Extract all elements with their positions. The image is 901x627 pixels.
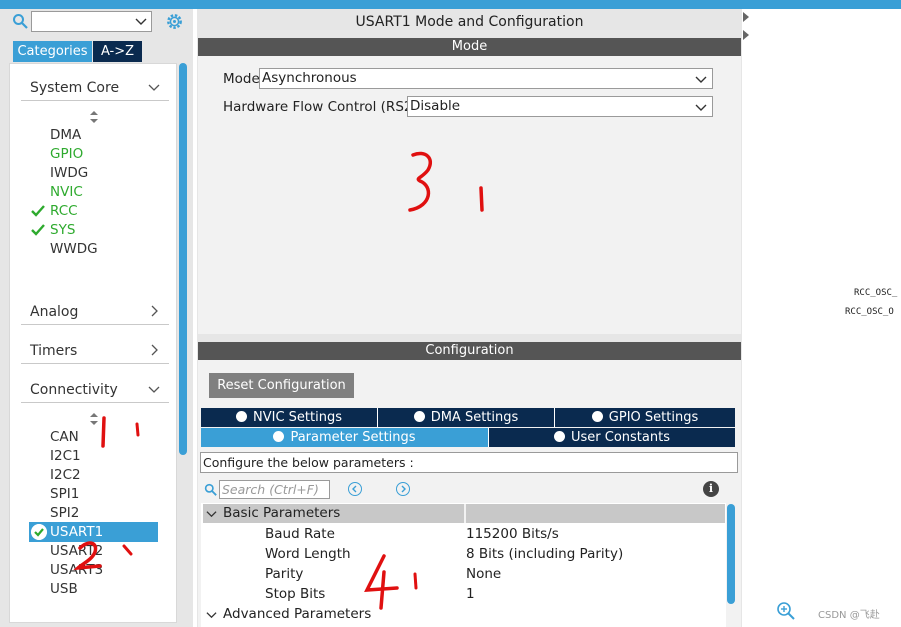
- search-icon[interactable]: [12, 13, 28, 29]
- chevron-down-icon[interactable]: [695, 101, 707, 113]
- tab-label: DMA Settings: [430, 410, 519, 425]
- list-item-wwdg[interactable]: WWDG: [50, 241, 98, 257]
- list-scrollbar[interactable]: [179, 63, 187, 455]
- flow-control-dropdown[interactable]: Disable: [407, 96, 713, 117]
- flow-control-value: Disable: [410, 98, 461, 114]
- chevron-down-icon[interactable]: [206, 609, 217, 620]
- parameter-search-input[interactable]: Search (Ctrl+F): [219, 480, 330, 499]
- tab-categories[interactable]: Categories: [13, 41, 92, 62]
- list-item-sys[interactable]: SYS: [50, 222, 75, 238]
- tab-label: NVIC Settings: [253, 410, 342, 425]
- check-circle-icon: [554, 431, 565, 442]
- previous-icon[interactable]: [348, 482, 362, 496]
- sort-icon[interactable]: [89, 413, 99, 425]
- collapse-arrows-icon[interactable]: [742, 12, 750, 42]
- param-name-parity: Parity: [265, 566, 304, 582]
- list-item-gpio[interactable]: GPIO: [50, 146, 83, 162]
- param-value-word-length[interactable]: 8 Bits (including Parity): [466, 546, 623, 562]
- list-item-dma[interactable]: DMA: [50, 127, 81, 143]
- list-item-usb[interactable]: USB: [50, 581, 78, 597]
- reset-configuration-button[interactable]: Reset Configuration: [209, 373, 354, 398]
- zoom-in-icon[interactable]: [776, 601, 796, 621]
- list-item-i2c2[interactable]: I2C2: [50, 467, 81, 483]
- category-connectivity[interactable]: Connectivity: [21, 378, 169, 403]
- param-value-baud-rate[interactable]: 115200 Bits/s: [466, 526, 559, 542]
- top-accent-bar: [0, 0, 901, 9]
- list-item-usart1[interactable]: USART1: [50, 524, 103, 540]
- list-item-can[interactable]: CAN: [50, 429, 79, 445]
- flow-control-label: Hardware Flow Control (RS232): [223, 99, 435, 115]
- category-timers[interactable]: Timers: [21, 339, 169, 364]
- list-item-usart2[interactable]: USART2: [50, 543, 103, 559]
- table-scrollbar[interactable]: [727, 504, 735, 604]
- chevron-down-icon[interactable]: [695, 73, 707, 85]
- category-system-core[interactable]: System Core: [21, 76, 169, 101]
- watermark: CSDN @飞赴: [818, 610, 880, 621]
- tab-label: User Constants: [571, 430, 670, 445]
- list-item-iwdg[interactable]: IWDG: [50, 165, 88, 181]
- search-icon: [204, 483, 217, 496]
- check-circle-icon: [591, 411, 603, 422]
- list-item-spi2[interactable]: SPI2: [50, 505, 79, 521]
- category-analog[interactable]: Analog: [21, 300, 169, 325]
- page-title: USART1 Mode and Configuration: [355, 14, 584, 30]
- check-circle-icon: [273, 431, 285, 442]
- chevron-right-icon[interactable]: [147, 304, 161, 318]
- mode-header: Mode: [198, 38, 741, 56]
- category-label: Analog: [30, 304, 79, 320]
- column-divider: [464, 504, 466, 523]
- sort-icon[interactable]: [89, 111, 99, 123]
- configuration-header: Configuration: [198, 342, 741, 360]
- mode-dropdown[interactable]: Asynchronous: [259, 68, 713, 89]
- list-item-rcc[interactable]: RCC: [50, 203, 78, 219]
- param-name-word-length: Word Length: [265, 546, 351, 562]
- check-icon: [31, 205, 45, 217]
- check-circle-icon: [31, 524, 47, 540]
- tab-dma-settings[interactable]: DMA Settings: [378, 408, 555, 427]
- param-name-stop-bits: Stop Bits: [265, 586, 326, 602]
- tab-label: GPIO Settings: [608, 410, 699, 425]
- info-icon[interactable]: i: [703, 481, 719, 497]
- tab-parameter-settings[interactable]: Parameter Settings: [201, 428, 489, 447]
- param-name-baud-rate: Baud Rate: [265, 526, 335, 542]
- category-label: Connectivity: [30, 382, 118, 398]
- category-label: Timers: [30, 343, 78, 359]
- pin-label: RCC_OSC_: [854, 288, 898, 298]
- mode-value: Asynchronous: [262, 70, 357, 86]
- tab-a-z[interactable]: A->Z: [93, 41, 142, 62]
- group-label-basic: Basic Parameters: [223, 505, 341, 521]
- check-icon: [31, 224, 45, 236]
- list-item-i2c1[interactable]: I2C1: [50, 448, 81, 464]
- tab-label: Parameter Settings: [290, 430, 416, 445]
- category-label: System Core: [30, 80, 120, 96]
- param-value-parity[interactable]: None: [466, 566, 501, 582]
- list-item-usart3[interactable]: USART3: [50, 562, 103, 578]
- check-circle-icon: [413, 411, 425, 422]
- search-combo[interactable]: [31, 11, 152, 32]
- chevron-down-icon[interactable]: [147, 80, 161, 94]
- list-item-nvic[interactable]: NVIC: [50, 184, 83, 200]
- chevron-down-icon[interactable]: [206, 508, 217, 519]
- param-value-stop-bits[interactable]: 1: [466, 586, 475, 602]
- next-icon[interactable]: [396, 482, 410, 496]
- tab-gpio-settings[interactable]: GPIO Settings: [555, 408, 735, 427]
- gear-icon[interactable]: [165, 12, 184, 31]
- pin-label: RCC_OSC_O: [845, 307, 894, 317]
- tab-nvic-settings[interactable]: NVIC Settings: [201, 408, 378, 427]
- mode-label: Mode: [223, 71, 260, 87]
- info-text-box: Configure the below parameters :: [200, 452, 738, 473]
- chevron-down-icon[interactable]: [135, 15, 147, 27]
- tab-user-constants[interactable]: User Constants: [489, 428, 735, 447]
- chevron-right-icon[interactable]: [147, 343, 161, 357]
- chevron-down-icon[interactable]: [147, 382, 161, 396]
- group-label-advanced[interactable]: Advanced Parameters: [223, 606, 371, 622]
- list-item-spi1[interactable]: SPI1: [50, 486, 79, 502]
- check-circle-icon: [236, 411, 247, 422]
